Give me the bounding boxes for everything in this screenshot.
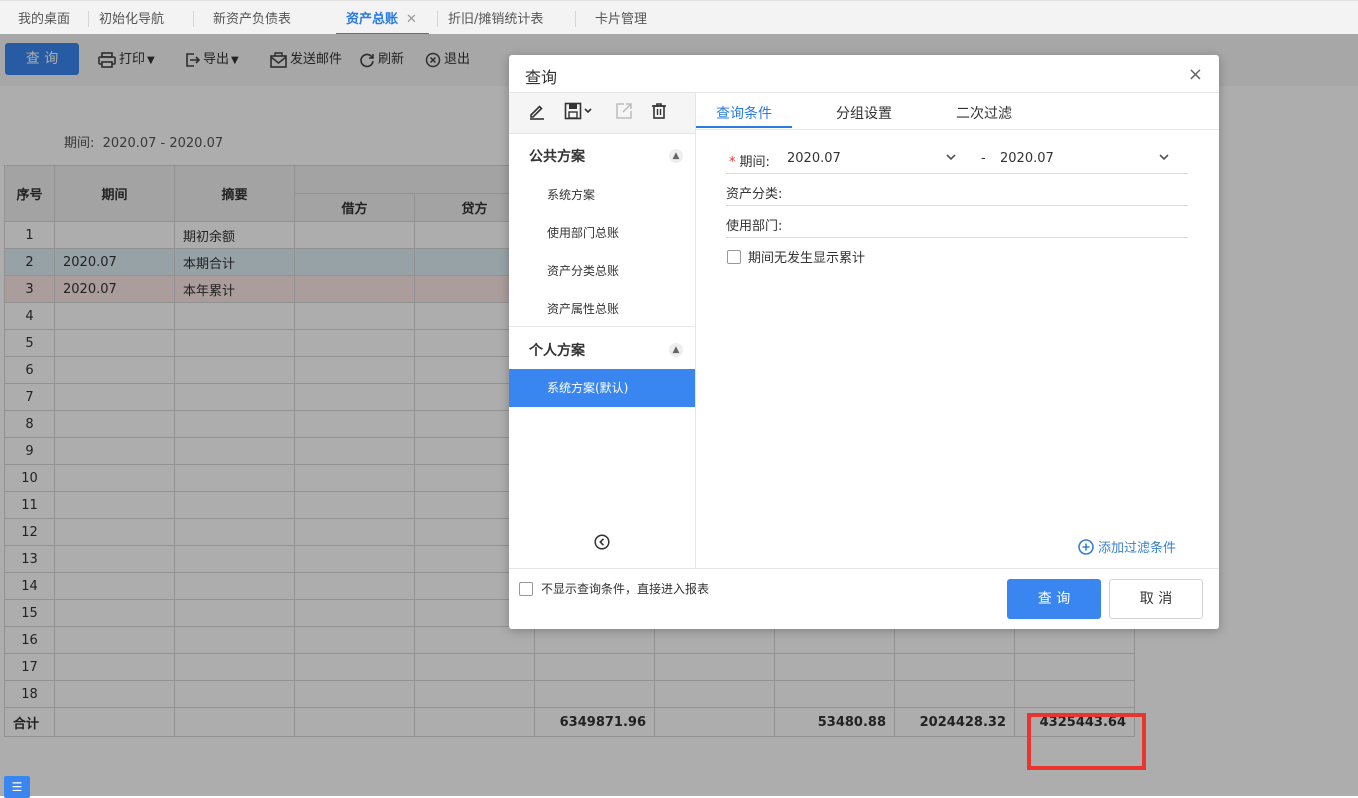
chevron-down-icon[interactable] — [1157, 150, 1171, 164]
tab-bar: 我的桌面 初始化导航 新资产负债表 资产总账 ✕ 折旧/摊销统计表 卡片管理 — [0, 0, 1358, 35]
share-icon[interactable] — [615, 102, 633, 120]
save-icon[interactable] — [564, 102, 594, 120]
period-separator: - — [981, 151, 986, 166]
chevron-up-icon[interactable]: ▲ — [669, 343, 683, 357]
period-from-select[interactable]: 2020.07 — [787, 151, 841, 166]
period-label-text: 期间: — [739, 155, 770, 170]
add-circle-icon — [1078, 539, 1094, 555]
tab-separator — [437, 11, 438, 27]
dialog-query-button[interactable]: 查 询 — [1007, 579, 1101, 619]
chevron-down-icon[interactable] — [944, 150, 958, 164]
plan-item[interactable]: 系统方案 — [547, 186, 595, 203]
tab-separator — [575, 11, 576, 27]
close-icon[interactable]: × — [1188, 64, 1203, 85]
plan-item[interactable]: 使用部门总账 — [547, 224, 619, 241]
condition-panel: 查询条件 分组设置 二次过滤 * 期间: 2020.07 - 2020.07 资产… — [696, 92, 1219, 569]
tab-card-management[interactable]: 卡片管理 — [595, 7, 647, 33]
personal-plans-heading[interactable]: 个人方案 — [529, 340, 585, 360]
add-filter-link[interactable]: 添加过滤条件 — [1078, 537, 1176, 556]
add-filter-label: 添加过滤条件 — [1098, 541, 1177, 556]
required-mark: * — [729, 155, 736, 170]
plan-item[interactable]: 资产属性总账 — [547, 300, 619, 317]
show-cumulative-label: 期间无发生显示累计 — [748, 251, 866, 266]
public-plans-heading[interactable]: 公共方案 — [529, 146, 585, 166]
collapse-panel-icon[interactable] — [594, 534, 610, 550]
chevron-up-icon[interactable]: ▲ — [669, 149, 683, 163]
delete-icon[interactable] — [650, 102, 668, 120]
plan-item[interactable]: 资产分类总账 — [547, 262, 619, 279]
tab-separator — [88, 11, 89, 27]
query-dialog: 查询 × 公共方案 ▲ 系统方案 使用部门总账 资产分类总账 资产属性总账 个人… — [509, 55, 1219, 629]
department-field[interactable]: 使用部门: — [726, 211, 1188, 238]
edit-icon[interactable] — [528, 102, 546, 120]
skip-conditions-checkbox[interactable] — [519, 582, 533, 596]
tab-secondary-filter[interactable]: 二次过滤 — [956, 103, 1012, 123]
highlight-box — [1027, 713, 1146, 770]
show-cumulative-checkbox[interactable] — [727, 250, 741, 264]
condition-tabs: 查询条件 分组设置 二次过滤 — [696, 93, 1219, 130]
plan-panel: 公共方案 ▲ 系统方案 使用部门总账 资产分类总账 资产属性总账 个人方案 ▲ … — [509, 92, 696, 569]
dialog-cancel-button[interactable]: 取 消 — [1109, 579, 1203, 619]
plan-toolbar — [509, 93, 695, 134]
tab-close-icon[interactable]: ✕ — [406, 12, 417, 27]
tab-depreciation-stats[interactable]: 折旧/摊销统计表 — [448, 7, 543, 33]
period-field-label: * 期间: — [729, 151, 770, 170]
period-to-select[interactable]: 2020.07 — [1000, 151, 1054, 166]
department-label: 使用部门: — [726, 219, 783, 234]
tab-asset-ledger[interactable]: 资产总账 ✕ — [336, 7, 429, 35]
tab-asset-ledger-label: 资产总账 — [346, 12, 399, 27]
tab-desktop[interactable]: 我的桌面 — [18, 7, 70, 33]
tab-group-settings[interactable]: 分组设置 — [836, 103, 892, 123]
asset-class-field[interactable]: 资产分类: — [726, 179, 1188, 206]
dialog-footer: 不显示查询条件，直接进入报表 查 询 取 消 — [509, 568, 1219, 630]
column-settings-icon[interactable]: ☰ — [4, 776, 30, 798]
divider — [509, 326, 695, 327]
dialog-title: 查询 — [525, 68, 558, 87]
active-tab-indicator — [696, 126, 792, 128]
tab-separator — [193, 11, 194, 27]
plan-item-selected[interactable]: 系统方案(默认) — [509, 369, 695, 407]
skip-conditions-label: 不显示查询条件，直接进入报表 — [541, 582, 710, 596]
tab-query-conditions[interactable]: 查询条件 — [716, 103, 772, 123]
tab-init-nav[interactable]: 初始化导航 — [99, 7, 164, 33]
asset-class-label: 资产分类: — [726, 187, 783, 202]
period-field: * 期间: 2020.07 - 2020.07 — [726, 147, 1188, 174]
tab-balance-sheet[interactable]: 新资产负债表 — [213, 7, 291, 33]
